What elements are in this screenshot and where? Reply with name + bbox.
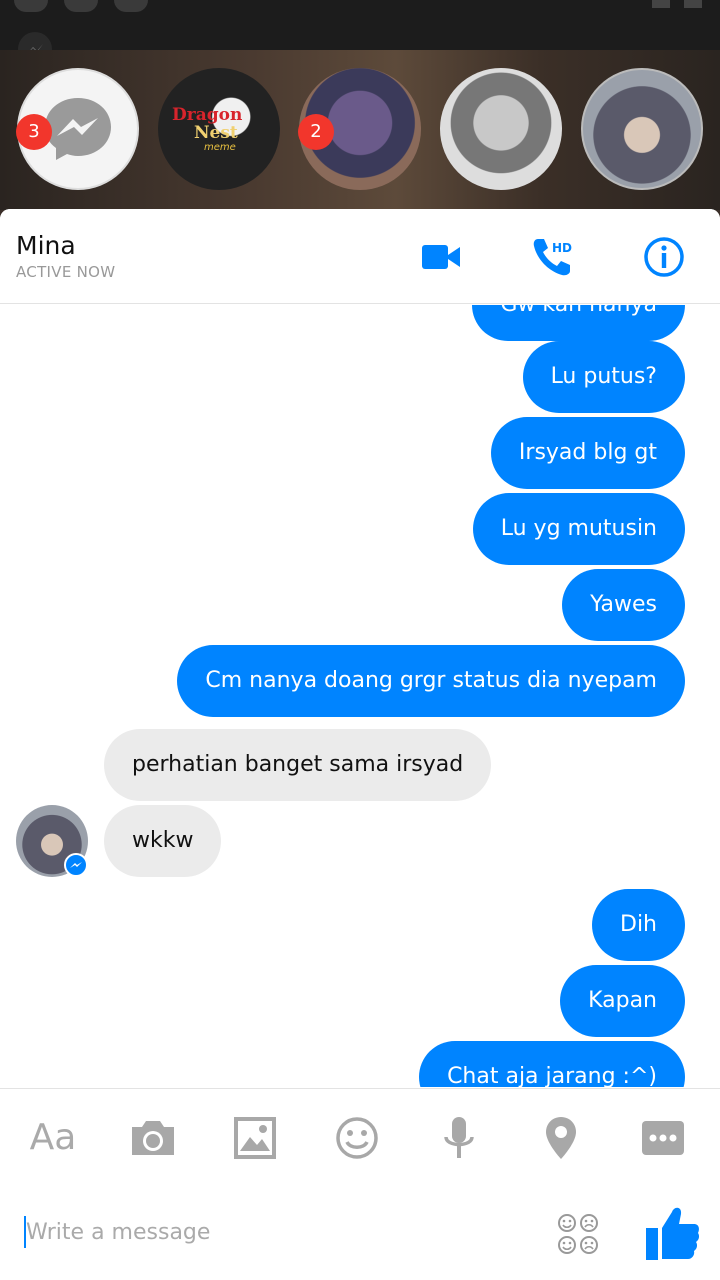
info-icon[interactable] [642, 235, 686, 279]
message-input-row [0, 1184, 720, 1280]
unread-badge: 2 [298, 114, 334, 150]
dragon-nest-logo: Dragon Nest [172, 106, 242, 142]
message-bubble-outgoing[interactable]: Chat aja jarang :^) [419, 1041, 685, 1087]
chat-heads-bar: Dragon Nest meme 3 2 [0, 50, 720, 260]
message-list[interactable]: Gw kan nanya Lu putus? Irsyad blg gt Lu … [0, 305, 720, 1087]
message-input[interactable] [26, 1214, 506, 1250]
emoji-icon[interactable] [332, 1113, 382, 1163]
microphone-icon[interactable] [434, 1113, 484, 1163]
status-system-icons [652, 0, 702, 8]
thumbs-up-icon[interactable] [644, 1202, 700, 1262]
composer-toolbar: Aa [0, 1088, 720, 1184]
message-bubble-incoming[interactable]: perhatian banget sama irsyad [104, 729, 492, 801]
contact-name[interactable]: Mina [16, 231, 76, 260]
video-call-icon[interactable] [420, 235, 464, 279]
message-bubble-outgoing[interactable]: Lu putus? [522, 341, 685, 413]
message-bubble-outgoing[interactable]: Cm nanya doang grgr status dia nyepam [177, 645, 685, 717]
stickers-icon[interactable] [556, 1212, 600, 1256]
text-tool-button[interactable]: Aa [28, 1113, 78, 1163]
message-bubble-outgoing[interactable]: Lu yg mutusin [472, 493, 685, 565]
messenger-icon [45, 98, 111, 160]
notification-icon [64, 0, 98, 12]
chat-panel: Mina ACTIVE NOW HD Gw kan nanya Lu putus… [0, 209, 720, 1280]
chat-head-dragon-nest[interactable]: Dragon Nest meme [158, 68, 280, 190]
messenger-badge-icon [64, 853, 88, 877]
chat-head-contact-3[interactable] [440, 68, 562, 190]
active-status: ACTIVE NOW [16, 263, 116, 281]
dragon-nest-title: Dragon [172, 105, 243, 125]
hd-label: HD [552, 241, 573, 255]
battery-icon [684, 0, 702, 8]
dragon-nest-subtitle: meme [204, 142, 236, 153]
notification-icon [114, 0, 148, 12]
unread-badge: 3 [16, 114, 52, 150]
status-bar [0, 0, 720, 66]
notification-icon [14, 0, 48, 12]
status-notification-icons [14, 0, 148, 12]
message-bubble-outgoing[interactable]: Dih [592, 889, 685, 961]
camera-icon[interactable] [128, 1113, 178, 1163]
chat-head-mina[interactable] [581, 68, 703, 190]
signal-icon [652, 0, 670, 8]
more-icon[interactable] [638, 1113, 688, 1163]
message-bubble-outgoing[interactable]: Irsyad blg gt [490, 417, 685, 489]
dragon-nest-title-2: Nest [194, 123, 238, 143]
conversation-header: Mina ACTIVE NOW HD [0, 209, 720, 304]
message-bubble-outgoing[interactable]: Gw kan nanya [472, 305, 685, 341]
message-bubble-incoming[interactable]: wkkw [104, 805, 222, 877]
message-bubble-outgoing[interactable]: Kapan [560, 965, 685, 1037]
message-bubble-outgoing[interactable]: Yawes [562, 569, 685, 641]
location-icon[interactable] [536, 1113, 586, 1163]
image-icon[interactable] [230, 1113, 280, 1163]
